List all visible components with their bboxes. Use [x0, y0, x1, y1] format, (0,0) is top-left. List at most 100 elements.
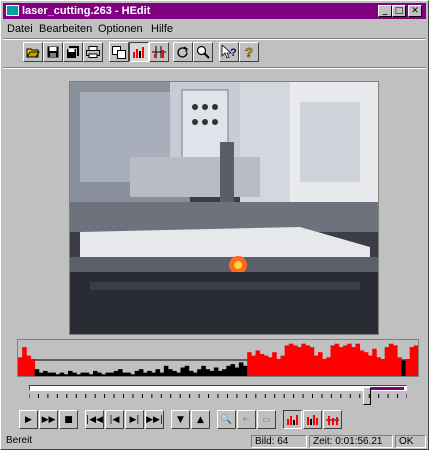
graph-bar — [163, 365, 169, 376]
svg-text:?: ? — [230, 47, 237, 59]
mark-in-button[interactable]: ▼ — [171, 410, 190, 429]
graph-bar — [380, 359, 386, 376]
stop-icon: ■ — [64, 414, 73, 425]
menu-bar: Datei Bearbeiten Optionen Hilfe — [3, 20, 426, 38]
graph-bar — [234, 367, 240, 376]
status-frame: Bild: 64 — [251, 435, 307, 448]
graph-bar — [343, 345, 348, 376]
step-back-icon: |◀ — [109, 414, 120, 425]
maximize-button[interactable]: □ — [392, 5, 406, 17]
timeline-slider[interactable] — [17, 379, 419, 405]
graph-bar — [113, 370, 119, 376]
graph-bar — [68, 370, 73, 376]
skip-to-end-icon: ▶▶| — [146, 414, 163, 425]
graph-bar — [180, 367, 186, 376]
close-button[interactable]: ✕ — [408, 5, 422, 17]
search-frame-button[interactable]: 🔍 — [217, 410, 236, 429]
app-icon[interactable] — [6, 5, 19, 16]
graph-bar — [351, 347, 356, 376]
graph-bar — [268, 357, 273, 376]
mark-out-icon: ▲ — [197, 414, 204, 425]
graph-bar — [288, 343, 294, 376]
graph-bar — [18, 357, 23, 376]
grid-button[interactable] — [149, 42, 169, 62]
graph-bar — [126, 372, 131, 376]
slider-track[interactable] — [29, 385, 407, 405]
save-icon — [47, 46, 59, 58]
fees-button[interactable]: ▭ — [257, 410, 276, 429]
maximize-icon: □ — [394, 6, 404, 16]
graph-bar — [293, 345, 298, 376]
graph-bar — [84, 372, 90, 376]
graph-bar — [230, 364, 236, 376]
graph-bar — [138, 369, 144, 376]
open-icon — [26, 48, 40, 58]
graph-bar — [297, 347, 302, 376]
graph-bar — [88, 374, 94, 376]
histogram-button[interactable] — [129, 42, 149, 62]
status-time: Zeit: 0:01:56.21 — [309, 435, 393, 448]
graph-bar — [376, 357, 381, 376]
skip-to-start-button[interactable]: |◀◀ — [85, 410, 104, 429]
copy-icon — [112, 45, 126, 59]
histogram-view-2-button[interactable] — [303, 410, 322, 429]
save-all-button[interactable] — [63, 42, 83, 62]
graph-bar — [309, 347, 315, 376]
graph-bar — [363, 352, 369, 376]
graph-bar — [413, 345, 419, 376]
graph-bar — [318, 352, 323, 376]
graph-bar — [251, 355, 256, 376]
zoom-out-button[interactable]: ⇠ — [237, 410, 256, 429]
window-title: laser_cutting.263 - HEdit — [22, 5, 151, 17]
copy-button[interactable] — [109, 42, 129, 62]
histogram-view-1-icon — [287, 415, 298, 425]
graph-bar — [59, 372, 65, 376]
save-button[interactable] — [43, 42, 63, 62]
menu-bearbeiten[interactable]: Bearbeiten — [39, 23, 92, 35]
mark-out-button[interactable]: ▲ — [191, 410, 210, 429]
graph-bar — [197, 369, 202, 376]
zoom-button[interactable] — [193, 42, 213, 62]
save-all-icon — [66, 45, 79, 59]
menu-datei[interactable]: Datei — [7, 23, 33, 35]
graph-bar — [384, 347, 390, 376]
histogram-view-1-button[interactable] — [283, 410, 302, 429]
stop-button[interactable]: ■ — [59, 410, 78, 429]
step-back-button[interactable]: |◀ — [105, 410, 124, 429]
graph-bar — [272, 352, 277, 376]
status-bar: Bereit Bild: 64 Zeit: 0:01:56.21 OK — [3, 435, 426, 449]
graph-bar — [226, 365, 231, 376]
fast-forward-button[interactable]: ▶▶ — [39, 410, 58, 429]
menu-hilfe[interactable]: Hilfe — [151, 23, 173, 35]
skip-to-end-button[interactable]: ▶▶| — [145, 410, 164, 429]
graph-bar — [143, 372, 148, 376]
graph-bar — [397, 357, 402, 376]
graph-bar — [184, 365, 190, 376]
graph-bar — [205, 369, 211, 376]
step-forward-button[interactable]: ▶| — [125, 410, 144, 429]
print-button[interactable] — [83, 42, 103, 62]
open-button[interactable] — [23, 42, 43, 62]
frame-size-graph[interactable] — [17, 339, 419, 377]
skip-to-start-icon: |◀◀ — [86, 414, 103, 425]
status-ok: OK — [395, 435, 426, 448]
minimize-button[interactable]: _ — [378, 5, 392, 17]
help-button[interactable]: ? — [239, 42, 259, 62]
play-button[interactable]: ▶ — [19, 410, 38, 429]
graph-bar — [101, 374, 106, 376]
rotate-button[interactable] — [173, 42, 193, 62]
context-help-button[interactable]: ? — [219, 42, 239, 62]
rotate-icon — [177, 45, 188, 58]
graph-bar — [38, 372, 44, 376]
graph-bar — [238, 362, 244, 376]
zoom-out-icon: ⇠ — [242, 414, 251, 425]
title-bar[interactable]: laser_cutting.263 - HEdit _ □ ✕ — [3, 3, 426, 19]
video-frame[interactable] — [69, 81, 379, 335]
menu-optionen[interactable]: Optionen — [98, 23, 143, 35]
graph-bar — [30, 359, 36, 376]
histogram-view-3-button[interactable] — [323, 410, 342, 429]
graph-bar — [151, 372, 156, 376]
graph-bar — [355, 343, 361, 376]
graph-bar — [122, 372, 127, 376]
graph-bar — [305, 345, 311, 376]
